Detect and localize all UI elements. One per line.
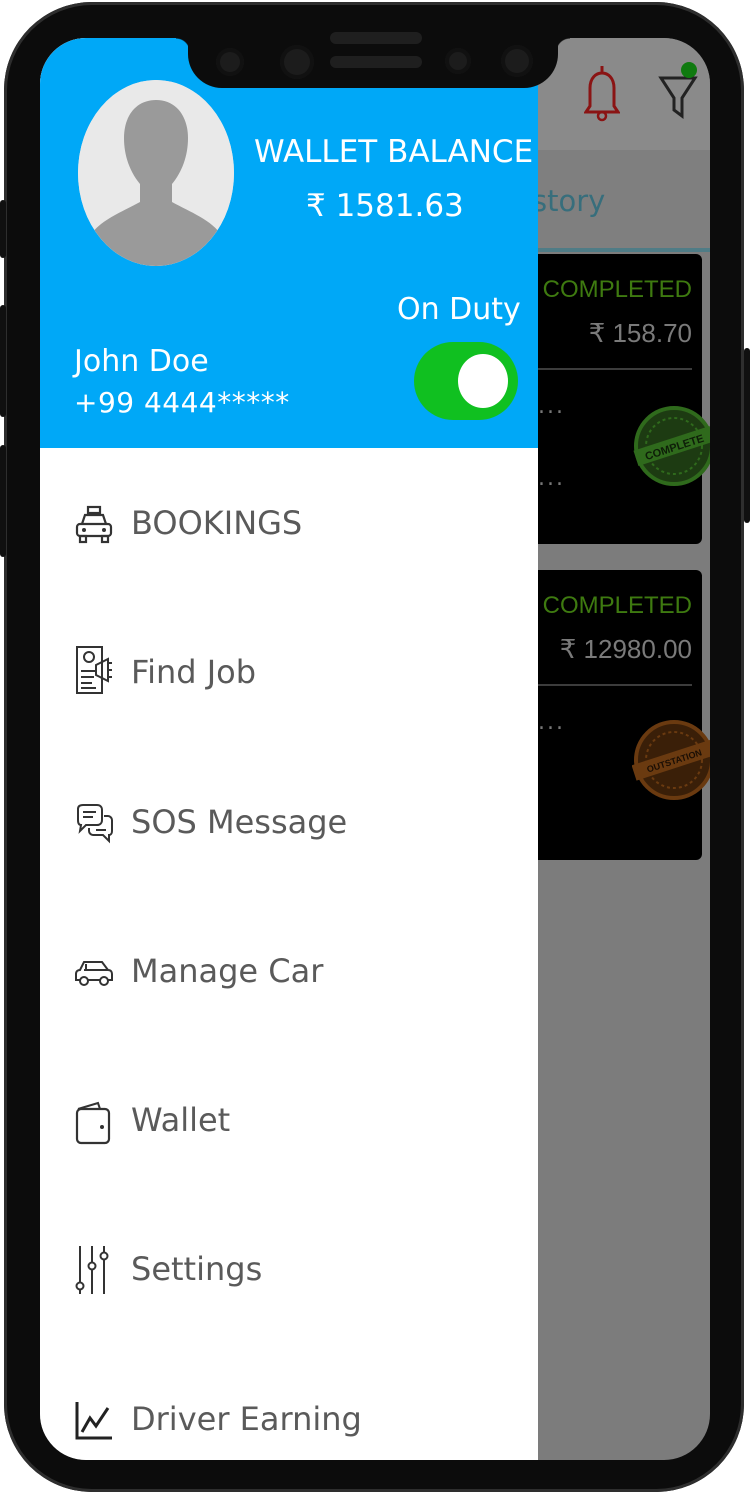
on-duty-label: On Duty — [397, 292, 521, 327]
screen: story COMPLETED ₹ 158.70 ... ... COMPLET… — [40, 38, 710, 1460]
menu-label: BOOKINGS — [131, 504, 303, 542]
sensor-icon — [216, 48, 244, 76]
menu-item-settings[interactable]: Settings — [40, 1222, 538, 1322]
trip-status: COMPLETED — [542, 592, 692, 619]
menu-item-sos-message[interactable]: SOS Message — [40, 775, 538, 875]
menu-item-driver-earning[interactable]: Driver Earning — [40, 1372, 538, 1460]
camera-icon — [501, 45, 533, 77]
wallet-balance-title: WALLET BALANCE — [254, 134, 534, 170]
line-chart-icon — [74, 1400, 114, 1442]
menu-label: Find Job — [131, 653, 257, 691]
menu-label: Manage Car — [131, 952, 324, 990]
taxi-icon — [74, 504, 114, 546]
car-icon — [74, 952, 114, 994]
wallet-balance-amount: ₹ 1581.63 — [306, 188, 464, 224]
user-name: John Doe — [74, 344, 209, 379]
navigation-drawer: WALLET BALANCE ₹ 1581.63 On Duty John Do… — [40, 38, 538, 1460]
avatar[interactable] — [78, 80, 234, 266]
filter-active-dot — [681, 62, 697, 78]
toggle-knob — [458, 354, 508, 408]
sensor-icon — [445, 48, 471, 74]
power-button — [744, 348, 750, 523]
complete-stamp-icon: COMPLETE — [632, 404, 710, 492]
volume-up-button — [0, 305, 6, 417]
earpiece-speaker — [330, 56, 422, 68]
drawer-header: WALLET BALANCE ₹ 1581.63 On Duty John Do… — [40, 38, 538, 448]
menu-label: Driver Earning — [131, 1400, 362, 1438]
menu-label: Settings — [131, 1250, 263, 1288]
outstation-stamp-icon: OUTSTATION — [631, 718, 710, 806]
notch-corner — [556, 38, 570, 52]
chat-bubbles-icon — [74, 803, 114, 845]
trip-price: ₹ 158.70 — [588, 318, 692, 348]
menu-item-bookings[interactable]: BOOKINGS — [40, 476, 538, 576]
trip-detail-ellipsis: ... — [538, 710, 565, 735]
menu-item-wallet[interactable]: Wallet — [40, 1073, 538, 1173]
sliders-icon — [74, 1244, 114, 1296]
job-document-icon — [74, 645, 114, 697]
menu-item-find-job[interactable]: Find Job — [40, 625, 538, 725]
menu-item-manage-car[interactable]: Manage Car — [40, 924, 538, 1024]
wallet-icon — [74, 1101, 114, 1145]
user-phone: +99 4444***** — [74, 386, 290, 419]
menu-label: Wallet — [131, 1101, 231, 1139]
mute-switch — [0, 200, 6, 258]
notch-corner — [176, 38, 190, 52]
earpiece-speaker — [330, 32, 422, 44]
trip-price: ₹ 12980.00 — [559, 634, 692, 664]
on-duty-toggle[interactable] — [414, 342, 518, 420]
tab-history-label[interactable]: story — [532, 184, 605, 218]
trip-detail-ellipsis: ... — [538, 466, 565, 491]
menu-label: SOS Message — [131, 803, 348, 841]
volume-down-button — [0, 445, 6, 557]
trip-detail-ellipsis: ... — [538, 394, 565, 419]
trip-status: COMPLETED — [542, 276, 692, 303]
camera-icon — [280, 45, 314, 79]
bell-icon[interactable] — [583, 62, 621, 126]
